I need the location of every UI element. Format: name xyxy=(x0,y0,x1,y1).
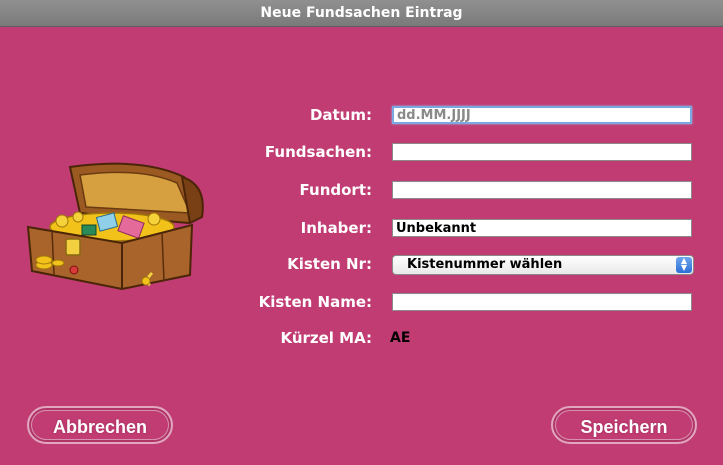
kuerzel-value: AE xyxy=(390,330,411,346)
kisten-name-input[interactable] xyxy=(392,293,692,311)
datum-input[interactable] xyxy=(392,106,692,124)
treasure-chest-icon xyxy=(22,155,212,291)
chevron-updown-icon: ▲ ▼ xyxy=(676,257,692,273)
save-button-label: Speichern xyxy=(580,417,668,437)
kisten-nr-selected-value: Kistenummer wählen xyxy=(407,257,563,272)
fundort-label: Fundort: xyxy=(299,181,372,199)
kisten-nr-label: Kisten Nr: xyxy=(287,255,372,273)
kuerzel-row: Kürzel MA: AE xyxy=(230,327,710,349)
datum-label: Datum: xyxy=(309,106,372,124)
inhaber-input[interactable] xyxy=(392,219,692,237)
kisten-name-row: Kisten Name: xyxy=(230,291,710,313)
kisten-nr-select[interactable]: Kistenummer wählen ▲ ▼ xyxy=(392,255,694,275)
cancel-button[interactable]: Abbrechen xyxy=(27,406,173,444)
fundsachen-row: Fundsachen: xyxy=(230,141,710,163)
fundsachen-label: Fundsachen: xyxy=(264,143,372,161)
fundort-row: Fundort: xyxy=(230,179,710,201)
kuerzel-label: Kürzel MA: xyxy=(280,329,372,347)
save-button[interactable]: Speichern xyxy=(551,406,697,444)
datum-row: Datum: xyxy=(230,104,710,126)
cancel-button-label: Abbrechen xyxy=(52,417,148,437)
new-lost-item-dialog: Neue Fundsachen Eintrag Datum: dd.MM.JJJ… xyxy=(0,0,723,465)
inhaber-label: Inhaber: xyxy=(300,219,372,237)
kisten-nr-row: Kisten Nr: Kistenummer wählen ▲ ▼ xyxy=(230,253,710,275)
inhaber-row: Inhaber: xyxy=(230,217,710,239)
fundort-input[interactable] xyxy=(392,181,692,199)
fundsachen-input[interactable] xyxy=(392,143,692,161)
kisten-name-label: Kisten Name: xyxy=(258,293,372,311)
window-title: Neue Fundsachen Eintrag xyxy=(0,0,723,27)
